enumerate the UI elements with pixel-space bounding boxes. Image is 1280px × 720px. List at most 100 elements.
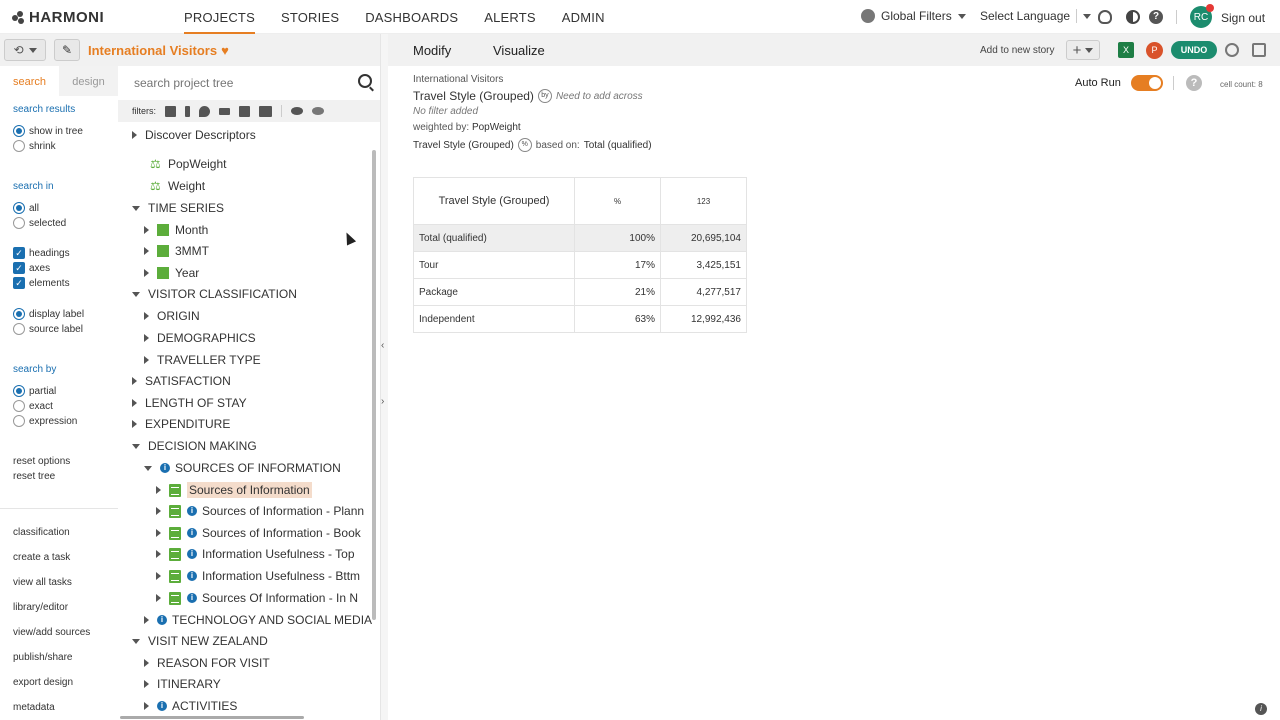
info-icon[interactable]: i bbox=[187, 549, 197, 559]
table-row[interactable]: Package 21% 4,277,517 bbox=[413, 278, 747, 306]
expand-arrow-icon[interactable] bbox=[132, 377, 137, 385]
info-icon[interactable]: i bbox=[1255, 703, 1267, 715]
option-show-in-tree[interactable]: show in tree bbox=[13, 125, 83, 137]
collapse-arrow-icon[interactable] bbox=[132, 205, 140, 211]
expand-arrow-icon[interactable] bbox=[156, 529, 161, 537]
tree-item[interactable]: TRAVELLER TYPE bbox=[144, 350, 261, 370]
undo-button[interactable]: UNDO bbox=[1171, 41, 1217, 59]
tree-item[interactable]: ITINERARY bbox=[144, 674, 221, 694]
option-source-label[interactable]: source label bbox=[13, 323, 83, 335]
help-icon[interactable]: ? bbox=[1149, 10, 1163, 24]
comment-icon[interactable] bbox=[1252, 43, 1266, 57]
global-filters-dropdown[interactable]: Global Filters bbox=[861, 9, 981, 23]
tree-item[interactable]: Year bbox=[144, 263, 199, 283]
tree-item[interactable]: EXPENDITURE bbox=[132, 414, 230, 434]
language-dropdown[interactable]: Select Language bbox=[980, 9, 1100, 23]
option-partial[interactable]: partial bbox=[13, 385, 56, 397]
tree-item[interactable]: Sources of Information bbox=[156, 480, 312, 500]
user-avatar[interactable]: RC bbox=[1190, 4, 1214, 28]
by-badge-icon[interactable]: by bbox=[537, 89, 552, 103]
tree-item[interactable]: LENGTH OF STAY bbox=[132, 393, 247, 413]
row-label[interactable]: Tour bbox=[413, 251, 575, 279]
link-export-design[interactable]: export design bbox=[13, 677, 73, 688]
expand-arrow-icon[interactable] bbox=[132, 399, 137, 407]
option-all[interactable]: all bbox=[13, 202, 39, 214]
chevron-right-icon[interactable]: › bbox=[381, 396, 384, 407]
expand-arrow-icon[interactable] bbox=[144, 702, 149, 710]
search-input[interactable] bbox=[134, 74, 354, 92]
row-label[interactable]: Independent bbox=[413, 305, 575, 333]
tree-item[interactable]: ORIGIN bbox=[144, 306, 200, 326]
reset-tree-link[interactable]: reset tree bbox=[13, 471, 55, 482]
expand-arrow-icon[interactable] bbox=[132, 420, 137, 428]
eye-off-icon[interactable] bbox=[312, 107, 325, 115]
tree-item[interactable]: ⚖ PopWeight bbox=[150, 154, 226, 174]
favorite-heart-icon[interactable]: ♥ bbox=[221, 43, 229, 58]
tab-design[interactable]: design bbox=[59, 66, 118, 96]
help-icon[interactable]: ? bbox=[1186, 75, 1202, 91]
expand-arrow-icon[interactable] bbox=[144, 334, 149, 342]
column-filter-icon[interactable] bbox=[185, 105, 191, 117]
option-exact[interactable]: exact bbox=[13, 400, 53, 412]
expand-arrow-icon[interactable] bbox=[144, 659, 149, 667]
expand-arrow-icon[interactable] bbox=[144, 616, 149, 624]
based-on-value[interactable]: Total (qualified) bbox=[584, 140, 652, 151]
expand-arrow-icon[interactable] bbox=[156, 486, 161, 494]
tree-item[interactable]: SATISFACTION bbox=[132, 371, 231, 391]
eye-icon[interactable] bbox=[291, 107, 304, 115]
tree-item[interactable]: i SOURCES OF INFORMATION bbox=[144, 458, 341, 478]
variable-title[interactable]: Travel Style (Grouped) bbox=[413, 89, 534, 103]
contrast-icon[interactable] bbox=[1126, 10, 1140, 24]
tree-item[interactable]: i Information Usefulness - Bttm bbox=[156, 566, 360, 586]
tab-search[interactable]: search bbox=[0, 66, 59, 96]
link-publish-share[interactable]: publish/share bbox=[13, 652, 72, 663]
link-library-editor[interactable]: library/editor bbox=[13, 602, 68, 613]
link-metadata[interactable]: metadata bbox=[13, 702, 55, 713]
tree-item[interactable]: ⚖ Weight bbox=[150, 176, 205, 196]
option-selected[interactable]: selected bbox=[13, 217, 66, 229]
tree-item[interactable]: VISIT NEW ZEALAND bbox=[132, 631, 268, 651]
nav-projects[interactable]: PROJECTS bbox=[184, 0, 255, 34]
tree-item[interactable]: i ACTIVITIES bbox=[144, 696, 237, 716]
expand-arrow-icon[interactable] bbox=[156, 594, 161, 602]
history-button[interactable]: ⟲ bbox=[4, 39, 46, 61]
expand-arrow-icon[interactable] bbox=[144, 247, 149, 255]
nav-alerts[interactable]: ALERTS bbox=[484, 0, 536, 34]
percent-column-header[interactable]: % bbox=[574, 177, 661, 225]
collapse-arrow-icon[interactable] bbox=[132, 291, 140, 297]
info-icon[interactable]: i bbox=[187, 571, 197, 581]
add-to-story-button[interactable]: + bbox=[1066, 40, 1100, 60]
tree-item[interactable]: i Sources of Information - Book bbox=[156, 523, 361, 543]
tree-item[interactable]: REASON FOR VISIT bbox=[144, 653, 270, 673]
tree-item[interactable]: DECISION MAKING bbox=[132, 436, 257, 456]
excel-export-icon[interactable]: X bbox=[1118, 42, 1134, 58]
tree-vertical-scrollbar[interactable] bbox=[372, 150, 376, 620]
tree-item[interactable]: i Information Usefulness - Top bbox=[156, 544, 355, 564]
checkbox-elements[interactable]: ✓ elements bbox=[13, 277, 70, 289]
tree-item[interactable]: DEMOGRAPHICS bbox=[144, 328, 256, 348]
weighted-by-value[interactable]: PopWeight bbox=[472, 122, 521, 133]
refresh-icon[interactable] bbox=[1225, 43, 1239, 57]
row-label[interactable]: Package bbox=[413, 278, 575, 306]
expand-arrow-icon[interactable] bbox=[156, 550, 161, 558]
tree-item[interactable]: 3MMT bbox=[144, 241, 209, 261]
expand-arrow-icon[interactable] bbox=[144, 680, 149, 688]
tree-item[interactable]: i Sources Of Information - In N bbox=[156, 588, 358, 608]
expand-arrow-icon[interactable] bbox=[144, 226, 149, 234]
auto-run-toggle[interactable] bbox=[1131, 75, 1163, 91]
count-column-header[interactable]: 123 bbox=[660, 177, 747, 225]
harmoni-logo[interactable]: HARMONI bbox=[12, 9, 104, 26]
info-icon[interactable]: i bbox=[187, 593, 197, 603]
reset-options-link[interactable]: reset options bbox=[13, 456, 70, 467]
info-icon[interactable]: i bbox=[157, 615, 167, 625]
expand-arrow-icon[interactable] bbox=[132, 131, 137, 139]
expand-arrow-icon[interactable] bbox=[156, 507, 161, 515]
expand-arrow-icon[interactable] bbox=[144, 356, 149, 364]
location-filter-icon[interactable] bbox=[199, 105, 211, 117]
table-row[interactable]: Tour 17% 3,425,151 bbox=[413, 251, 747, 279]
eye-icon[interactable] bbox=[1098, 10, 1112, 24]
info-icon[interactable]: i bbox=[160, 463, 170, 473]
tree-item[interactable]: Month bbox=[144, 220, 208, 240]
row-label[interactable]: Total (qualified) bbox=[413, 224, 575, 252]
tree-item[interactable]: Discover Descriptors bbox=[132, 125, 256, 145]
